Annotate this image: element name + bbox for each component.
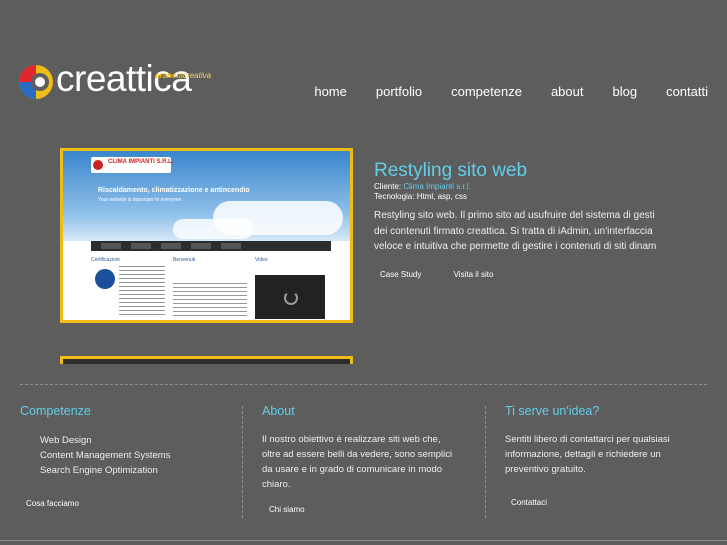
tuv-badge-icon xyxy=(95,269,115,289)
site-logo[interactable]: creattica aranciacreativa xyxy=(18,58,212,107)
cosa-facciamo-link[interactable]: Cosa facciamo xyxy=(26,499,230,508)
project-links: Case Study Visita il sito xyxy=(380,270,523,279)
list-item: Web Design xyxy=(40,435,92,446)
footer-about: About Il nostro obiettivo è realizzare s… xyxy=(262,404,482,514)
nav-about[interactable]: about xyxy=(551,84,584,99)
column-separator xyxy=(485,406,486,518)
logo-tagline: aranciacreativa xyxy=(155,71,212,80)
list-item: Content Management Systems xyxy=(40,450,171,461)
idea-text: Sentiti libero di contattarci per qualsi… xyxy=(505,434,670,475)
nav-home[interactable]: home xyxy=(314,84,347,99)
case-study-link[interactable]: Case Study xyxy=(380,270,421,279)
contattaci-link[interactable]: Contattaci xyxy=(511,498,715,507)
chi-siamo-link[interactable]: Chi siamo xyxy=(269,505,482,514)
next-project-screenshot[interactable] xyxy=(60,356,353,364)
main-nav: home portfolio competenze about blog con… xyxy=(285,84,708,99)
footer-competenze: Competenze Web Design Content Management… xyxy=(20,404,230,508)
project-screenshot-image: CLIMA IMPIANTI S.R.L. Riscaldamento, cli… xyxy=(63,151,350,320)
about-text: Il nostro obiettivo è realizzare siti we… xyxy=(262,434,453,490)
client-link[interactable]: Clima Impianti s.r.l. xyxy=(403,182,471,191)
nav-competenze[interactable]: competenze xyxy=(451,84,522,99)
project-title: Restyling sito web xyxy=(374,160,528,181)
competenze-list: Web Design Content Management Systems Se… xyxy=(20,433,230,478)
about-heading: About xyxy=(262,404,295,418)
project-meta: Cliente: Clima Impianti s.r.l. Tecnologi… xyxy=(374,182,471,201)
nav-blog[interactable]: blog xyxy=(613,84,638,99)
idea-heading: Ti serve un'idea? xyxy=(505,404,600,418)
footer-bottom-line xyxy=(0,540,727,541)
logo-mark-icon xyxy=(19,65,53,99)
footer-idea: Ti serve un'idea? Sentiti libero di cont… xyxy=(505,404,715,507)
project-description: Restyling sito web. Il primo sito ad usu… xyxy=(374,210,656,252)
competenze-heading: Competenze xyxy=(20,404,91,418)
list-item: Search Engine Optimization xyxy=(40,465,158,476)
section-divider xyxy=(20,384,707,385)
nav-contatti[interactable]: contatti xyxy=(666,84,708,99)
project-screenshot[interactable]: CLIMA IMPIANTI S.R.L. Riscaldamento, cli… xyxy=(60,148,353,323)
column-separator xyxy=(242,406,243,518)
video-thumbnail xyxy=(255,275,325,319)
visit-site-link[interactable]: Visita il sito xyxy=(454,270,494,279)
nav-portfolio[interactable]: portfolio xyxy=(376,84,422,99)
